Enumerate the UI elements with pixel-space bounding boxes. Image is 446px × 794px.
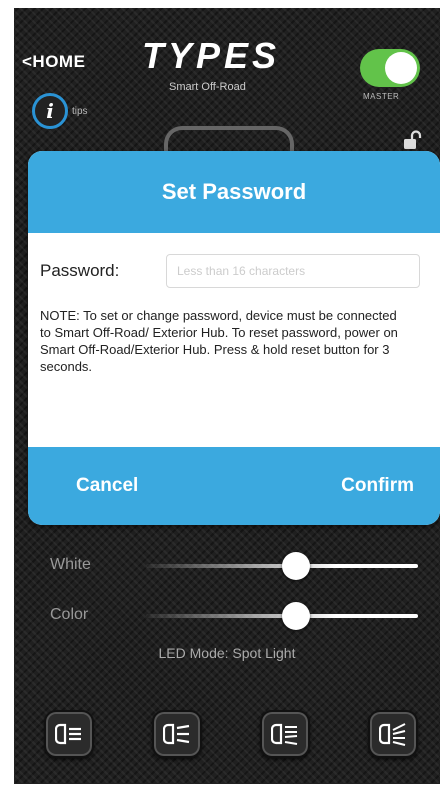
dialog-title: Set Password bbox=[28, 151, 440, 233]
spot-light-button[interactable] bbox=[44, 710, 94, 758]
cancel-button[interactable]: Cancel bbox=[76, 475, 138, 497]
color-slider[interactable] bbox=[146, 602, 418, 630]
master-label: MASTER bbox=[363, 92, 400, 101]
toggle-knob bbox=[385, 52, 417, 84]
password-input[interactable] bbox=[166, 254, 420, 288]
wide-beam-icon bbox=[379, 723, 406, 746]
app-screen: <HOME TYPES Smart Off-Road MASTER i tips… bbox=[14, 8, 440, 784]
brand-logo: TYPES bbox=[142, 35, 281, 76]
combo-light-icon bbox=[271, 723, 298, 745]
flood-light-icon bbox=[163, 723, 190, 745]
color-slider-label: Color bbox=[50, 606, 89, 623]
info-icon[interactable]: i bbox=[32, 93, 68, 129]
home-button[interactable]: <HOME bbox=[22, 52, 85, 72]
slider-thumb[interactable] bbox=[281, 552, 310, 580]
white-slider[interactable] bbox=[146, 552, 418, 580]
white-slider-label: White bbox=[50, 556, 91, 573]
brand-subtitle: Smart Off-Road bbox=[169, 81, 246, 93]
confirm-button[interactable]: Confirm bbox=[341, 475, 414, 497]
dialog-body: Password: NOTE: To set or change passwor… bbox=[28, 233, 440, 447]
combo-light-button[interactable] bbox=[260, 710, 310, 758]
dialog-footer: Cancel Confirm bbox=[28, 447, 440, 525]
wide-beam-button[interactable] bbox=[368, 710, 418, 758]
password-row: Password: bbox=[38, 253, 420, 289]
tips-label: tips bbox=[72, 106, 88, 117]
password-label: Password: bbox=[40, 261, 120, 280]
unlock-icon[interactable] bbox=[402, 130, 422, 150]
slider-thumb[interactable] bbox=[281, 602, 310, 630]
set-password-dialog: Set Password Password: NOTE: To set or c… bbox=[28, 151, 440, 525]
spot-light-icon bbox=[55, 723, 81, 745]
master-toggle[interactable] bbox=[360, 49, 420, 87]
flood-light-button[interactable] bbox=[152, 710, 202, 758]
led-mode-label: LED Mode: Spot Light bbox=[158, 645, 296, 661]
password-note: NOTE: To set or change password, device … bbox=[40, 308, 398, 374]
